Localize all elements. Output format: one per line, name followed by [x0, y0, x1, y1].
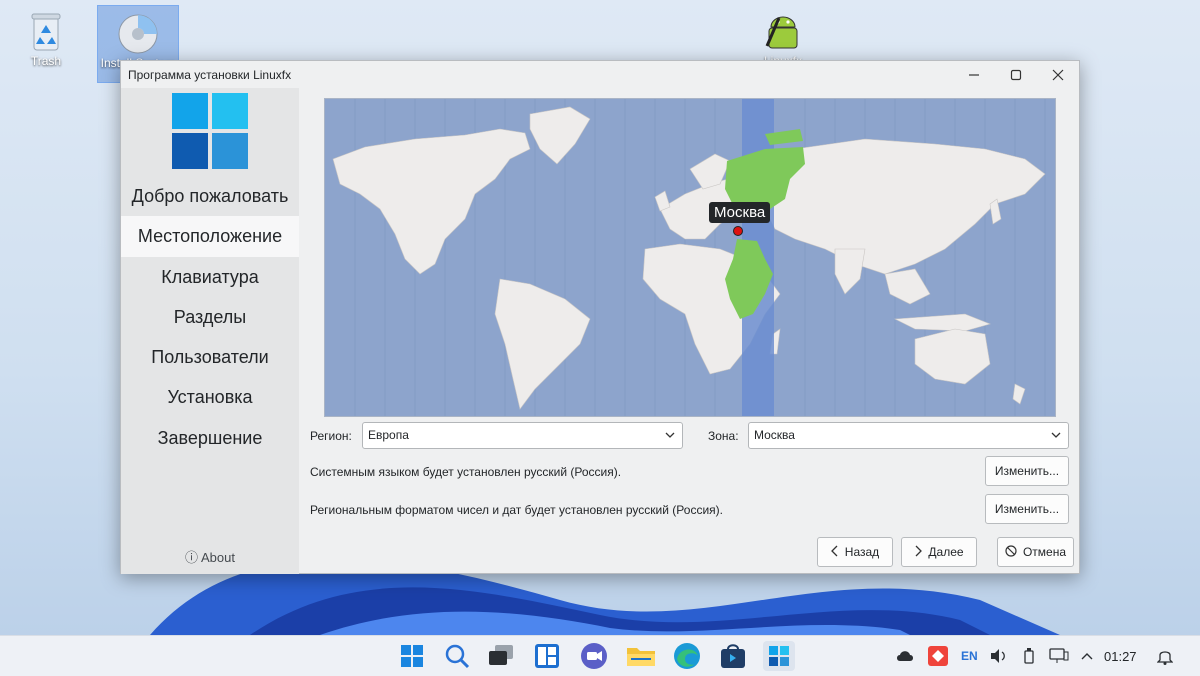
desktop-icon-trash[interactable]: Trash — [6, 10, 86, 68]
edge-icon[interactable] — [671, 641, 703, 671]
start-icon[interactable] — [396, 641, 428, 671]
chevron-left-icon — [830, 545, 839, 560]
close-button[interactable] — [1037, 61, 1079, 88]
desktop-icon-label: Trash — [30, 54, 62, 68]
trash-icon — [24, 10, 68, 54]
android-icon — [761, 10, 805, 54]
installer-icon[interactable] — [763, 641, 795, 671]
selected-city-label: Москва — [709, 202, 771, 223]
region-label: Регион: — [310, 429, 352, 443]
step-partitions: Разделы — [173, 306, 247, 327]
installer-window: Программа установки Linuxfx Добро пожало… — [120, 60, 1080, 574]
step-finish: Завершение — [157, 427, 263, 448]
taskbar: EN 01:27 — [0, 635, 1200, 676]
usb-icon[interactable] — [1023, 636, 1035, 676]
close-icon — [1052, 69, 1064, 80]
step-welcome: Добро пожаловать — [131, 186, 289, 206]
cancel-icon — [1005, 544, 1017, 560]
cancel-button[interactable]: Отмена — [997, 537, 1074, 567]
network-icon[interactable] — [1049, 636, 1069, 676]
window-title: Программа установки Linuxfx — [128, 67, 292, 82]
change-language-button[interactable]: Изменить... — [985, 456, 1069, 486]
minimize-icon — [969, 73, 979, 76]
about-button[interactable]: ⓘ About — [121, 547, 299, 566]
search-icon[interactable] — [441, 641, 473, 671]
title-bar: Программа установки Linuxfx — [121, 61, 1079, 88]
disc-icon — [116, 12, 160, 56]
language-info: Системным языком будет установлен русски… — [310, 465, 622, 479]
task-view-icon[interactable] — [485, 641, 517, 671]
clock[interactable]: 01:27 — [1104, 636, 1137, 676]
sidebar: Добро пожаловать Местоположение Клавиату… — [121, 88, 299, 574]
step-install: Установка — [167, 387, 253, 408]
back-label: Назад — [844, 545, 880, 559]
region-value: Европа — [368, 428, 409, 442]
chevron-right-icon — [914, 545, 923, 560]
notification-bell-icon[interactable] — [1157, 636, 1173, 676]
format-info: Региональным форматом чисел и дат будет … — [310, 503, 723, 517]
maximize-icon — [1010, 69, 1022, 80]
change-format-button[interactable]: Изменить... — [985, 494, 1069, 524]
timezone-map[interactable]: Москва — [324, 98, 1056, 417]
widgets-icon[interactable] — [531, 641, 563, 671]
about-label: About — [200, 550, 235, 565]
region-select[interactable]: Европа — [362, 422, 683, 449]
anydesk-icon[interactable] — [928, 636, 948, 676]
linuxfx-logo — [172, 93, 248, 169]
volume-icon[interactable] — [990, 636, 1008, 676]
next-label: Далее — [928, 545, 964, 559]
zone-select[interactable]: Москва — [748, 422, 1069, 449]
change-format-label: Изменить... — [994, 502, 1060, 516]
cancel-label: Отмена — [1022, 545, 1067, 559]
info-icon: ⓘ — [185, 550, 199, 565]
step-keyboard: Клавиатура — [161, 266, 259, 287]
maximize-button[interactable] — [995, 61, 1037, 88]
file-explorer-icon[interactable] — [625, 641, 657, 671]
chevron-up-icon[interactable] — [1081, 636, 1093, 676]
cloud-sync-icon[interactable] — [895, 636, 915, 676]
minimize-button[interactable] — [953, 61, 995, 88]
back-button[interactable]: Назад — [817, 537, 893, 567]
location-pin-icon — [733, 226, 743, 236]
chevron-down-icon — [664, 423, 676, 457]
step-location: Местоположение — [121, 216, 299, 257]
next-button[interactable]: Далее — [901, 537, 977, 567]
selected-timezone-region — [725, 129, 805, 319]
step-users: Пользователи — [151, 347, 269, 368]
chevron-down-icon — [1050, 423, 1062, 457]
zone-value: Москва — [754, 428, 795, 442]
zone-label: Зона: — [708, 429, 739, 443]
language-indicator[interactable]: EN — [961, 636, 978, 676]
store-icon[interactable] — [717, 641, 749, 671]
change-language-label: Изменить... — [994, 464, 1060, 478]
chat-icon[interactable] — [578, 641, 610, 671]
